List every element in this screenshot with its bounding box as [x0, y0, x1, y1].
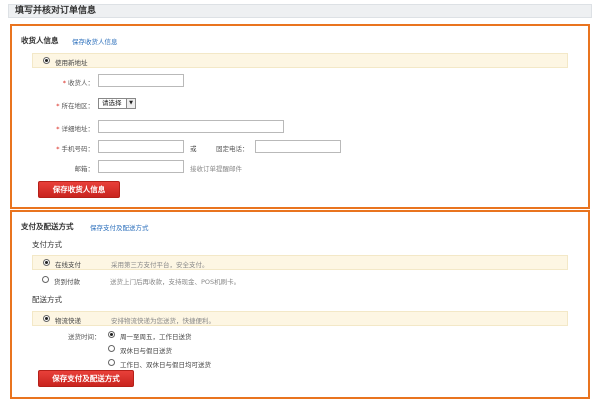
- save-payment-link[interactable]: 保存支付及配送方式: [90, 222, 149, 232]
- email-label: 邮箱：: [74, 165, 95, 173]
- consignee-title: 收货人信息: [21, 36, 59, 45]
- payment-title: 支付及配送方式: [21, 222, 74, 231]
- save-consignee-link[interactable]: 保存收货人信息: [72, 36, 118, 46]
- payment-delivery-section: 支付及配送方式 保存支付及配送方式 支付方式 在线支付 采用第三方支付平台，安全…: [10, 210, 590, 399]
- chevron-down-icon: ▼: [126, 99, 135, 108]
- consignee-name-label: * 收货人：: [62, 79, 94, 87]
- delivery-time-weekend-label: 双休日与假日送货: [120, 347, 172, 355]
- phone-input[interactable]: [255, 140, 341, 153]
- address-input[interactable]: [98, 120, 284, 133]
- page-title: 填写并核对订单信息: [8, 4, 592, 18]
- payment-method-heading: 支付方式: [32, 240, 62, 249]
- pay-online-label: 在线支付: [55, 261, 81, 269]
- delivery-time-weekday-label: 周一至周五，工作日送货: [120, 333, 192, 341]
- save-consignee-button[interactable]: 保存收货人信息: [38, 181, 120, 198]
- region-label: * 所在地区：: [56, 102, 94, 110]
- use-new-address-option[interactable]: 使用新地址: [32, 53, 568, 68]
- or-text: 或: [190, 145, 197, 153]
- delivery-time-any-radio[interactable]: [108, 359, 115, 366]
- region-select[interactable]: 请选择 ▼: [98, 98, 136, 109]
- address-label: * 详细地址：: [56, 125, 94, 133]
- delivery-express-desc: 安排物流快递为您送货，快捷便利。: [111, 317, 215, 325]
- email-hint: 接收订单提醒邮件: [190, 165, 242, 173]
- pay-online-desc: 采用第三方支付平台，安全支付。: [111, 261, 209, 269]
- consignee-name-input[interactable]: [98, 74, 184, 87]
- email-input[interactable]: [98, 160, 184, 173]
- phone-label: 固定电话：: [216, 145, 249, 153]
- pay-online-radio[interactable]: [43, 259, 50, 266]
- pay-option-cod[interactable]: 货到付款 送货上门后再收款，支持现金、POS机刷卡。: [32, 273, 568, 288]
- pay-option-online[interactable]: 在线支付 采用第三方支付平台，安全支付。: [32, 255, 568, 270]
- delivery-time-weekday-radio[interactable]: [108, 331, 115, 338]
- use-new-address-radio[interactable]: [43, 57, 50, 64]
- pay-cod-label: 货到付款: [54, 278, 80, 286]
- mobile-label: * 手机号码：: [56, 145, 94, 153]
- consignee-section: 收货人信息 保存收货人信息 使用新地址 * 收货人： * 所在地区： 请选择 ▼ *…: [10, 24, 590, 209]
- delivery-time-any-label: 工作日、双休日与假日均可送货: [120, 361, 211, 369]
- delivery-express-radio[interactable]: [43, 315, 50, 322]
- pay-cod-desc: 送货上门后再收款，支持现金、POS机刷卡。: [110, 278, 241, 286]
- mobile-input[interactable]: [98, 140, 184, 153]
- delivery-time-weekend-radio[interactable]: [108, 345, 115, 352]
- delivery-option-express[interactable]: 物流快递 安排物流快递为您送货，快捷便利。: [32, 311, 568, 326]
- delivery-method-heading: 配送方式: [32, 295, 62, 304]
- delivery-time-label: 送货时间：: [68, 333, 101, 341]
- delivery-express-label: 物流快递: [55, 317, 81, 325]
- use-new-address-label: 使用新地址: [55, 59, 88, 67]
- region-select-value: 请选择: [102, 99, 122, 107]
- save-payment-button[interactable]: 保存支付及配送方式: [38, 370, 134, 387]
- pay-cod-radio[interactable]: [42, 276, 49, 283]
